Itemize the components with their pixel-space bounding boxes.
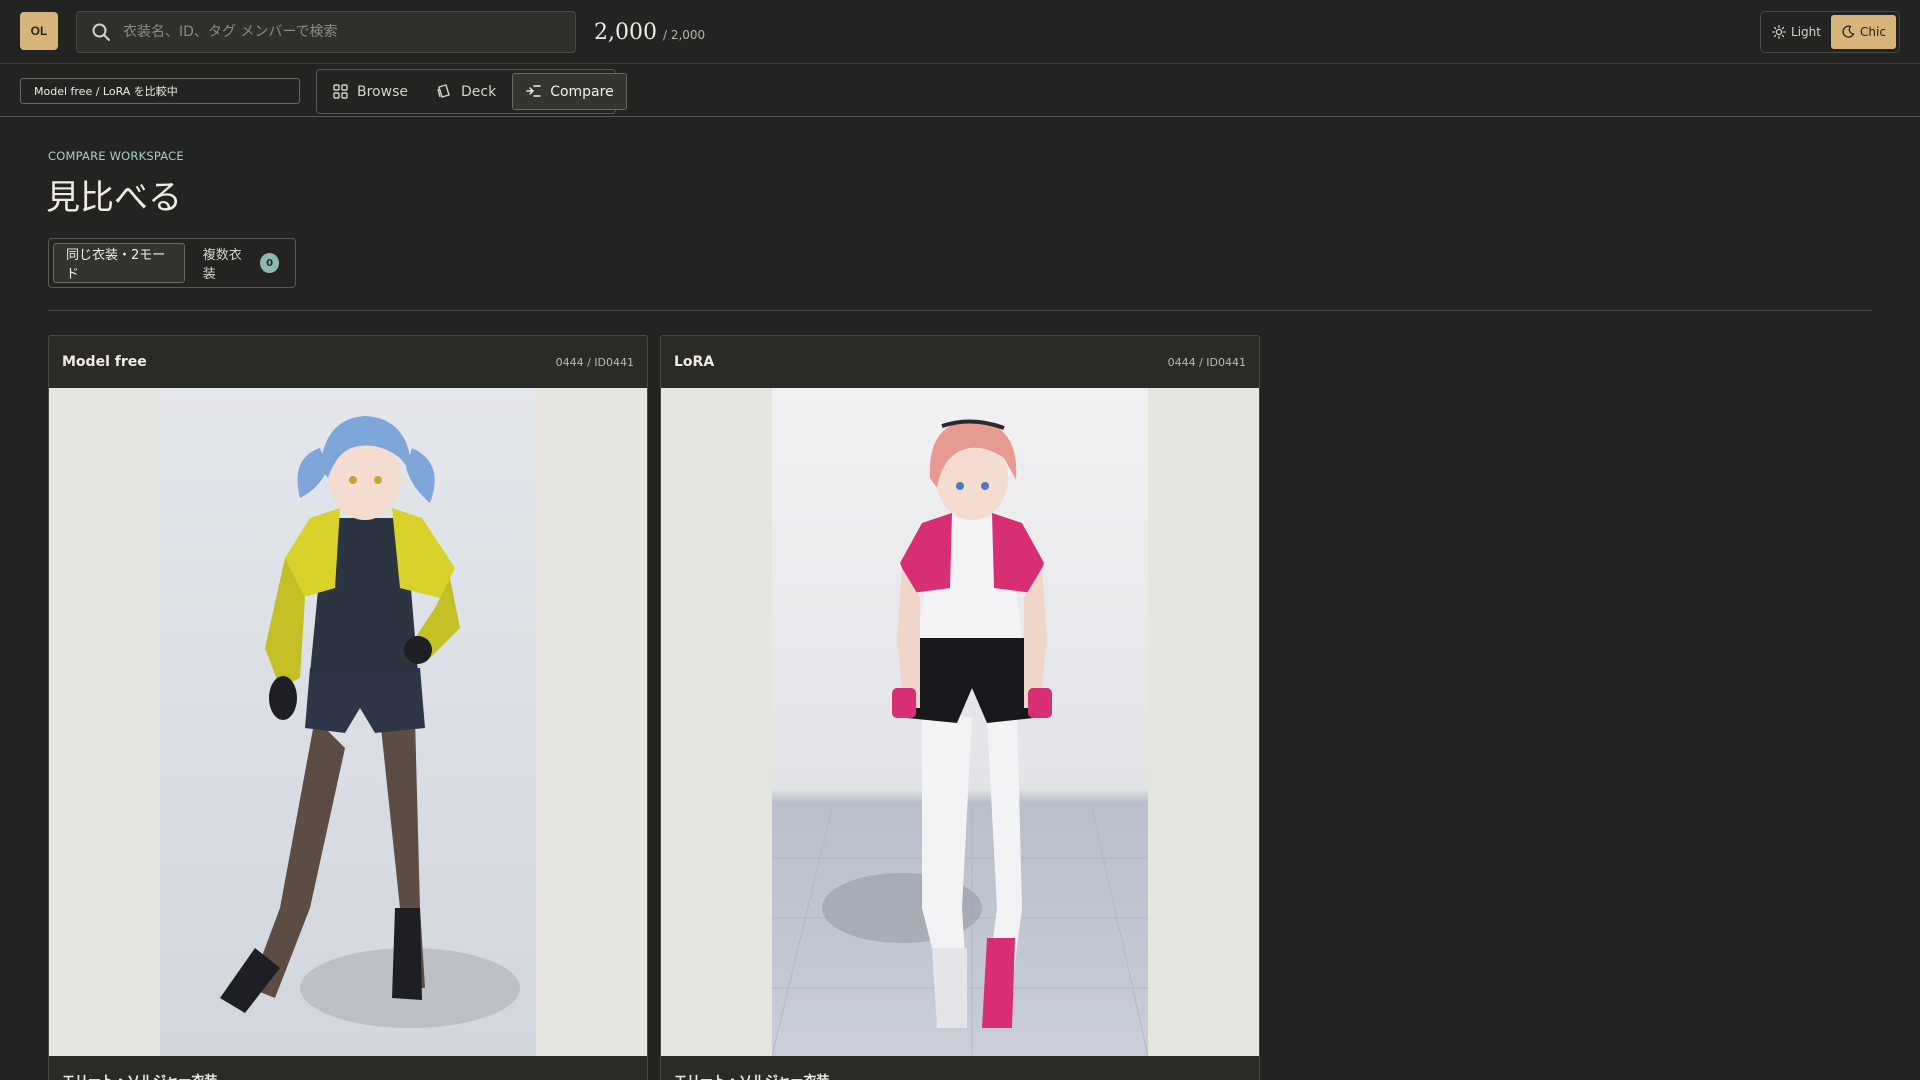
character-image-blue-hair bbox=[160, 388, 536, 1056]
card-header: LoRA 0444 / ID0441 bbox=[661, 336, 1259, 388]
card-title: LoRA bbox=[674, 354, 715, 370]
view-tabs: Browse Deck Compare bbox=[316, 69, 627, 114]
count-total: / 2,000 bbox=[662, 28, 706, 42]
tab-deck[interactable]: Deck bbox=[424, 73, 508, 110]
card-caption: エリート・ソルジャー衣装 bbox=[661, 1056, 1259, 1080]
compare-card-lora: LoRA 0444 / ID0441 bbox=[660, 335, 1260, 1080]
card-image[interactable] bbox=[49, 388, 647, 1056]
card-id: 0444 / ID0441 bbox=[555, 355, 634, 369]
compare-icon bbox=[526, 85, 541, 97]
theme-light-label: Light bbox=[1791, 25, 1821, 39]
search-box[interactable] bbox=[76, 11, 576, 53]
compare-status-pill[interactable]: Model free / LoRA を比較中 bbox=[20, 78, 300, 104]
top-bar: OL 2,000 / 2,000 Light bbox=[0, 0, 1920, 64]
tab-browse[interactable]: Browse bbox=[320, 73, 420, 110]
card-title: Model free bbox=[62, 354, 147, 370]
theme-chic-label: Chic bbox=[1860, 25, 1886, 39]
card-caption: エリート・ソルジャー衣装 bbox=[49, 1056, 647, 1080]
search-icon bbox=[92, 23, 110, 41]
theme-chic-button[interactable]: Chic bbox=[1831, 15, 1896, 49]
divider bbox=[48, 310, 1872, 311]
theme-switcher: Light Chic bbox=[1760, 11, 1900, 53]
tab-compare[interactable]: Compare bbox=[512, 73, 627, 110]
page-title: 見比べる bbox=[46, 178, 182, 218]
mode-same-outfit-button[interactable]: 同じ衣装・2モード bbox=[53, 243, 185, 283]
count-badge: 0 bbox=[260, 253, 279, 273]
card-image[interactable] bbox=[661, 388, 1259, 1056]
card-header: Model free 0444 / ID0441 bbox=[49, 336, 647, 388]
search-input[interactable] bbox=[123, 24, 575, 40]
mode-multi-outfit-button[interactable]: 複数衣装 0 bbox=[191, 243, 291, 283]
grid-icon bbox=[333, 84, 348, 99]
mode-multi-outfit-label: 複数衣装 bbox=[202, 248, 242, 282]
character-image-pink-hair bbox=[772, 388, 1148, 1056]
app-logo[interactable]: OL bbox=[20, 12, 58, 50]
card-id: 0444 / ID0441 bbox=[1167, 355, 1246, 369]
tab-deck-label: Deck bbox=[460, 83, 497, 100]
compare-mode-switch: 同じ衣装・2モード 複数衣装 0 bbox=[48, 238, 296, 288]
tab-browse-label: Browse bbox=[357, 83, 408, 100]
item-count: 2,000 / 2,000 bbox=[594, 20, 705, 45]
theme-light-button[interactable]: Light bbox=[1764, 15, 1829, 49]
tab-compare-label: Compare bbox=[550, 83, 614, 100]
count-current: 2,000 bbox=[594, 20, 657, 45]
sun-icon bbox=[1772, 25, 1786, 39]
sub-bar: Model free / LoRA を比較中 Browse Deck Compa… bbox=[0, 65, 1920, 117]
section-eyebrow: COMPARE WORKSPACE bbox=[48, 149, 184, 163]
compare-card-model-free: Model free 0444 / ID0441 bbox=[48, 335, 648, 1080]
moon-icon bbox=[1842, 25, 1855, 38]
mode-same-outfit-label: 同じ衣装・2モード bbox=[66, 248, 166, 282]
cards-icon bbox=[437, 84, 450, 98]
